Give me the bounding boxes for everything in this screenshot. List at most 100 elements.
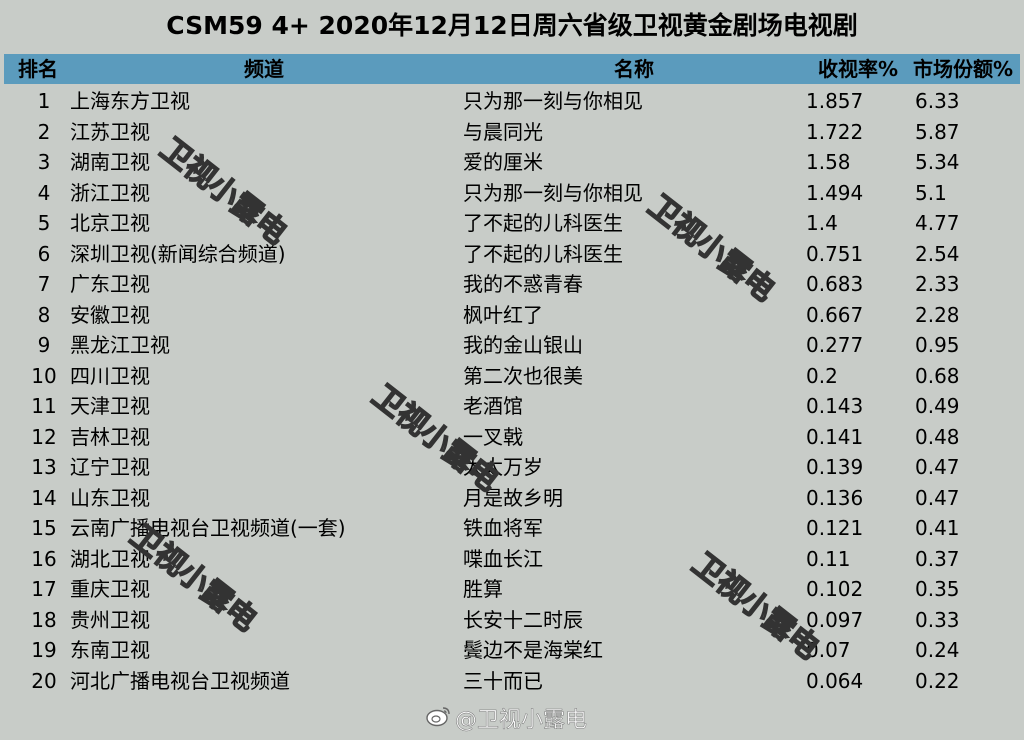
rank-cell: 6 — [37, 241, 51, 266]
rating-cell: 0.143 — [806, 394, 864, 418]
table-row: 17 重庆卫视 胜算 0.102 0.35 — [0, 574, 1024, 605]
share-cell: 0.48 — [915, 424, 960, 449]
name-cell: 胜算 — [463, 577, 503, 601]
table-row: 5 北京卫视 了不起的儿科医生 1.4 4.77 — [0, 208, 1024, 239]
rank-cell: 19 — [31, 638, 57, 662]
share-cell: 2.33 — [915, 272, 960, 296]
channel-cell: 北京卫视 — [70, 211, 150, 235]
channel-cell: 贵州卫视 — [70, 607, 150, 632]
channel-cell: 天津卫视 — [70, 394, 150, 418]
share-cell: 2.28 — [915, 302, 960, 327]
name-cell: 第二次也很美 — [463, 363, 583, 388]
table-row: 10 四川卫视 第二次也很美 0.2 0.68 — [0, 361, 1024, 392]
channel-cell: 吉林卫视 — [70, 424, 150, 449]
name-cell: 喋血长江 — [463, 546, 543, 571]
table-row: 3 湖南卫视 爱的厘米 1.58 5.34 — [0, 147, 1024, 178]
share-cell: 0.95 — [915, 333, 960, 357]
table-row: 6 深圳卫视(新闻综合频道) 了不起的儿科医生 0.751 2.54 — [0, 239, 1024, 270]
rank-cell: 11 — [31, 394, 57, 418]
name-cell: 只为那一刻与你相见 — [463, 89, 643, 113]
name-cell: 了不起的儿科医生 — [463, 211, 623, 235]
name-cell: 三十而已 — [463, 668, 543, 693]
rating-cell: 0.11 — [806, 546, 851, 571]
share-cell: 2.54 — [915, 241, 960, 266]
name-cell: 我的金山银山 — [463, 333, 583, 357]
channel-cell: 深圳卫视(新闻综合频道) — [70, 241, 286, 266]
rating-cell: 1.58 — [806, 150, 851, 174]
rank-cell: 1 — [37, 89, 51, 113]
name-cell: 鬓边不是海棠红 — [463, 638, 603, 662]
rating-cell: 0.2 — [806, 363, 838, 388]
table-row: 13 辽宁卫视 太太万岁 0.139 0.47 — [0, 452, 1024, 483]
rating-cell: 0.141 — [806, 424, 864, 449]
table-row: 7 广东卫视 我的不惑青春 0.683 2.33 — [0, 269, 1024, 300]
share-cell: 5.87 — [915, 119, 960, 144]
table-row: 2 江苏卫视 与晨同光 1.722 5.87 — [0, 117, 1024, 148]
rank-cell: 7 — [37, 272, 51, 296]
rank-cell: 4 — [37, 180, 51, 205]
rating-cell: 0.667 — [806, 302, 864, 327]
rank-cell: 9 — [37, 333, 51, 357]
channel-cell: 浙江卫视 — [70, 180, 150, 205]
channel-cell: 四川卫视 — [70, 363, 150, 388]
rating-cell: 0.102 — [806, 577, 864, 601]
header-rank: 排名 — [18, 57, 58, 81]
rating-cell: 1.722 — [806, 119, 864, 144]
rank-cell: 3 — [37, 150, 51, 174]
footer-watermark: @卫视小露电 — [455, 708, 588, 734]
page-title: CSM59 4+ 2020年12月12日周六省级卫视黄金剧场电视剧 — [166, 11, 858, 40]
name-cell: 爱的厘米 — [463, 150, 543, 174]
name-cell: 长安十二时辰 — [463, 607, 583, 632]
share-cell: 4.77 — [915, 211, 960, 235]
table-row: 11 天津卫视 老酒馆 0.143 0.49 — [0, 391, 1024, 422]
name-cell: 枫叶红了 — [463, 302, 543, 327]
share-cell: 0.33 — [915, 607, 960, 632]
table-row: 8 安徽卫视 枫叶红了 0.667 2.28 — [0, 300, 1024, 331]
name-cell: 了不起的儿科医生 — [463, 241, 623, 266]
channel-cell: 山东卫视 — [70, 485, 150, 510]
rating-cell: 0.121 — [806, 516, 864, 540]
share-cell: 5.34 — [915, 150, 960, 174]
table-row: 18 贵州卫视 长安十二时辰 0.097 0.33 — [0, 605, 1024, 636]
header-name: 名称 — [614, 57, 654, 81]
channel-cell: 辽宁卫视 — [70, 455, 150, 479]
channel-cell: 上海东方卫视 — [70, 89, 190, 113]
rank-cell: 15 — [31, 516, 57, 540]
rank-cell: 2 — [37, 119, 51, 144]
rank-cell: 13 — [31, 455, 57, 479]
rank-cell: 17 — [31, 577, 57, 601]
table-body: 1 上海东方卫视 只为那一刻与你相见 1.857 6.33 2 江苏卫视 与晨同光 1.722 5… — [0, 86, 1024, 696]
name-cell: 我的不惑青春 — [463, 272, 583, 296]
rank-cell: 14 — [31, 485, 57, 510]
channel-cell: 云南广播电视台卫视频道(一套) — [70, 516, 346, 540]
rating-cell: 0.139 — [806, 455, 864, 479]
rating-cell: 0.277 — [806, 333, 864, 357]
rating-cell: 1.857 — [806, 89, 864, 113]
name-cell: 只为那一刻与你相见 — [463, 180, 643, 205]
rating-cell: 0.064 — [806, 668, 864, 693]
channel-cell: 东南卫视 — [70, 638, 150, 662]
rank-cell: 18 — [31, 607, 57, 632]
share-cell: 0.49 — [915, 394, 960, 418]
name-cell: 老酒馆 — [463, 394, 523, 418]
rating-cell: 0.751 — [806, 241, 864, 266]
weibo-logo-icon — [426, 707, 450, 727]
rank-cell: 16 — [31, 546, 57, 571]
name-cell: 铁血将军 — [463, 516, 543, 540]
rating-cell: 0.683 — [806, 272, 864, 296]
table-header: 排名 频道 名称 收视率% 市场份额% — [4, 54, 1020, 84]
header-share: 市场份额% — [913, 57, 1014, 81]
channel-cell: 广东卫视 — [70, 272, 150, 296]
table-row: 14 山东卫视 月是故乡明 0.136 0.47 — [0, 483, 1024, 514]
share-cell: 5.1 — [915, 180, 947, 205]
table-row: 9 黑龙江卫视 我的金山银山 0.277 0.95 — [0, 330, 1024, 361]
share-cell: 0.22 — [915, 668, 960, 693]
share-cell: 6.33 — [915, 89, 960, 113]
share-cell: 0.41 — [915, 516, 960, 540]
share-cell: 0.68 — [915, 363, 960, 388]
rating-cell: 1.494 — [806, 180, 864, 205]
channel-cell: 黑龙江卫视 — [70, 333, 170, 357]
share-cell: 0.47 — [915, 485, 960, 510]
name-cell: 与晨同光 — [463, 119, 543, 144]
channel-cell: 河北广播电视台卫视频道 — [70, 668, 290, 693]
